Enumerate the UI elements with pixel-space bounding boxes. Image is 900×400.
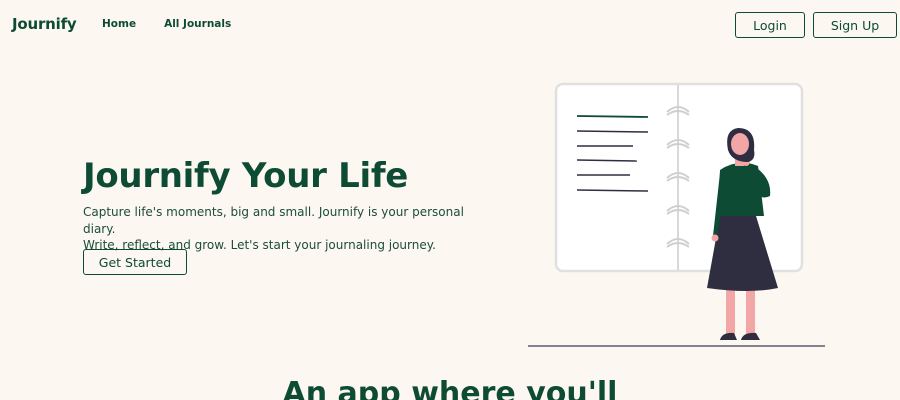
nav-link-home[interactable]: Home: [102, 18, 136, 30]
hero-subtitle: Capture life's moments, big and small. J…: [83, 204, 473, 254]
section-title: An app where you'll: [282, 376, 618, 400]
login-button[interactable]: Login: [735, 12, 805, 38]
get-started-button[interactable]: Get Started: [83, 249, 187, 275]
signup-button[interactable]: Sign Up: [813, 12, 897, 38]
main-nav: Home All Journals: [102, 18, 231, 30]
hero-subtitle-line-1: Capture life's moments, big and small. J…: [83, 205, 464, 236]
nav-link-all-journals[interactable]: All Journals: [164, 18, 231, 30]
auth-buttons: Login Sign Up: [735, 12, 897, 38]
hero-title: Journify Your Life: [83, 156, 409, 196]
journal-illustration: [528, 82, 825, 347]
brand-logo[interactable]: Journify: [12, 15, 77, 33]
